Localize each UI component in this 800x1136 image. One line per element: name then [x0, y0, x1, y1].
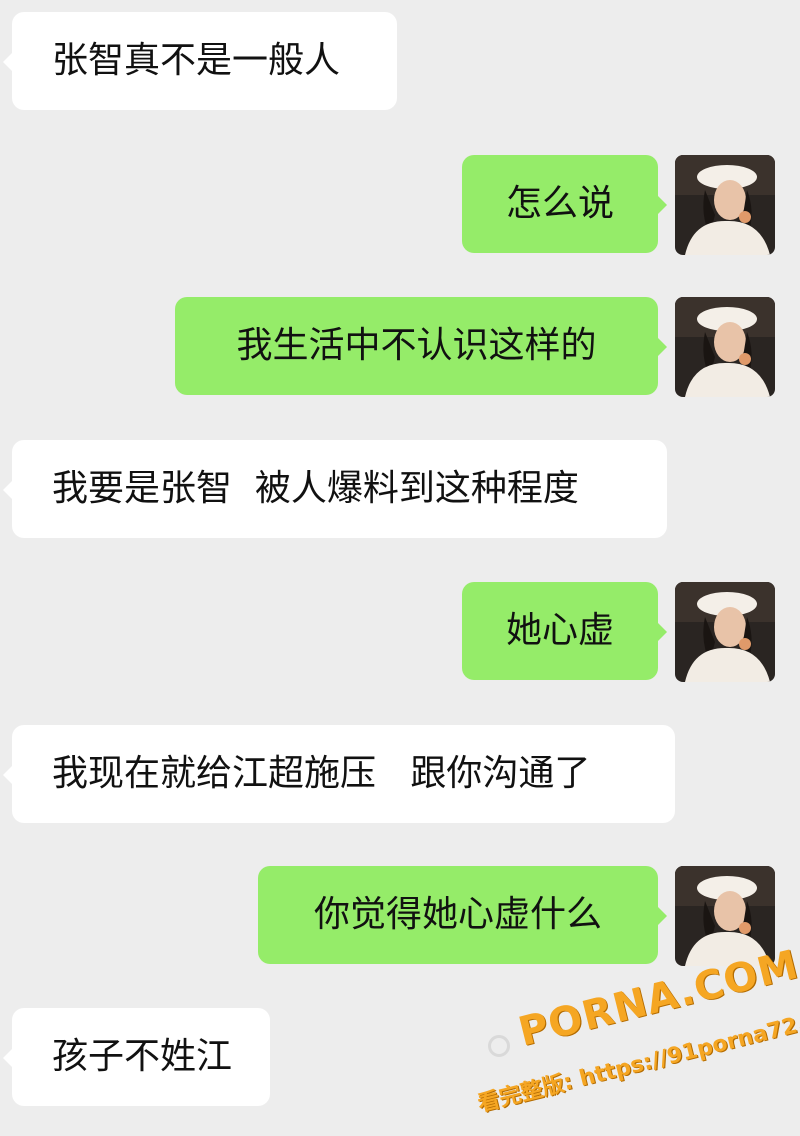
message-text: 我现在就给江超施压 跟你沟通了	[52, 753, 591, 794]
outgoing-message-bubble[interactable]: 她心虚	[462, 582, 667, 680]
incoming-message-bubble[interactable]: 我现在就给江超施压 跟你沟通了	[3, 725, 675, 823]
incoming-message-bubble[interactable]: 我要是张智 被人爆料到这种程度	[3, 440, 667, 538]
incoming-message-bubble[interactable]: 孩子不姓江	[3, 1008, 270, 1106]
message-text: 我要是张智 被人爆料到这种程度	[52, 468, 579, 509]
message-text: 她心虚	[505, 610, 614, 651]
message-text: 怎么说	[505, 183, 614, 224]
user-avatar[interactable]	[675, 866, 775, 966]
user-avatar[interactable]	[675, 582, 775, 682]
user-avatar[interactable]	[675, 155, 775, 255]
chat-conversation: 张智真不是一般人 怎么说 我生活中不认识这样的 我要是张智 被人爆料到这种程度 …	[0, 0, 800, 1136]
user-avatar[interactable]	[675, 297, 775, 397]
message-text: 孩子不姓江	[52, 1036, 233, 1077]
outgoing-message-bubble[interactable]: 怎么说	[462, 155, 667, 253]
message-text: 我生活中不认识这样的	[236, 325, 597, 366]
incoming-message-bubble[interactable]: 张智真不是一般人	[3, 12, 397, 110]
message-text: 张智真不是一般人	[52, 40, 341, 81]
message-text: 你觉得她心虚什么	[313, 894, 602, 935]
outgoing-message-bubble[interactable]: 你觉得她心虚什么	[258, 866, 667, 964]
outgoing-message-bubble[interactable]: 我生活中不认识这样的	[175, 297, 667, 395]
